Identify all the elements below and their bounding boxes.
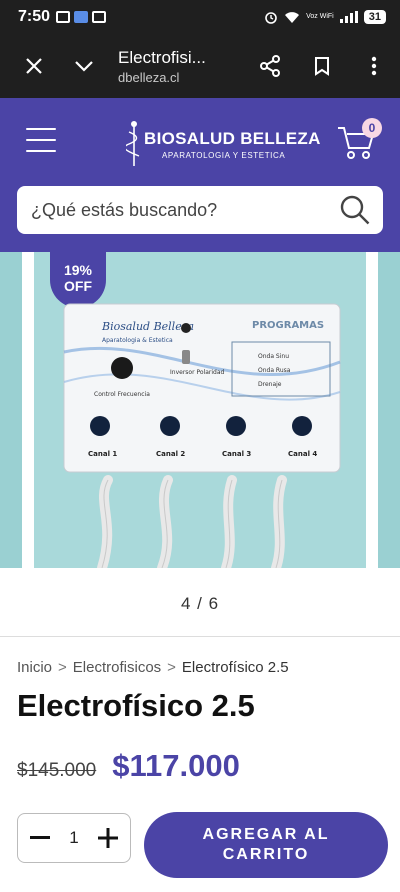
- cart-count-badge: 0: [362, 118, 382, 138]
- logo-tagline: APARATOLOGIA Y ESTETICA: [162, 150, 286, 160]
- battery-icon: 31: [363, 10, 386, 24]
- breadcrumb-current: Electrofísico 2.5: [181, 659, 289, 676]
- search-bar: [17, 186, 383, 234]
- divider: [0, 636, 400, 637]
- breadcrumb: Inicio > Electrofisicos > Electrofísico …: [17, 659, 289, 676]
- more-options-button[interactable]: [354, 46, 394, 86]
- browser-page-title: Electrofisi...: [118, 47, 206, 67]
- browser-url: dbelleza.cl: [118, 69, 180, 85]
- device-sub: Aparatologia & Estetica: [102, 337, 173, 344]
- carousel-pager: 4 / 6: [180, 594, 220, 613]
- search-input[interactable]: [31, 199, 339, 221]
- product-title: Electrofísico 2.5: [17, 688, 255, 723]
- device-channel-2: Canal 2: [156, 450, 185, 458]
- signal-icon: [339, 11, 358, 23]
- browser-toolbar: Electrofisi... dbelleza.cl: [0, 34, 400, 98]
- share-icon: [260, 55, 280, 77]
- minus-icon: [30, 836, 50, 839]
- app-notification-icon: [74, 11, 89, 23]
- notification-icons: [56, 11, 107, 23]
- network-label: Voz WiFi: [306, 13, 334, 20]
- minimize-button[interactable]: [64, 46, 104, 86]
- breadcrumb-home[interactable]: Inicio: [17, 659, 52, 676]
- next-slide[interactable]: [378, 252, 400, 568]
- increase-quantity-button[interactable]: [96, 826, 120, 850]
- close-tab-button[interactable]: [14, 46, 54, 86]
- device-program-2: Onda Rusa: [258, 367, 291, 374]
- breadcrumb-category[interactable]: Electrofisicos: [73, 659, 161, 676]
- close-icon: [26, 58, 42, 74]
- device-brand: Biosalud Belleza: [101, 320, 194, 333]
- previous-slide[interactable]: [0, 252, 22, 568]
- original-price: $145.000: [17, 760, 97, 781]
- device-programs-title: PROGRAMAS: [252, 320, 324, 331]
- gmail-icon: [56, 11, 71, 23]
- electrofisico-device-image: Biosalud Belleza Aparatologia & Estetica…: [63, 303, 341, 568]
- device-channel-4: Canal 4: [288, 450, 317, 458]
- plus-icon: [98, 828, 118, 848]
- device-channel-1: Canal 1: [88, 450, 117, 458]
- sale-price: $117.000: [112, 748, 240, 783]
- product-image-carousel[interactable]: 19% OFF Biosalud Belleza Aparatologia & …: [0, 252, 400, 572]
- cart-button[interactable]: 0: [336, 118, 382, 162]
- breadcrumb-separator: >: [58, 659, 67, 676]
- share-button[interactable]: [250, 46, 290, 86]
- menu-icon-line: [26, 128, 56, 130]
- quantity-value[interactable]: 1: [69, 828, 78, 848]
- chevron-down-icon: [75, 61, 93, 72]
- caduceus-icon: [126, 121, 140, 166]
- device-control: Control Frecuencia: [94, 391, 150, 398]
- bookmark-icon: [315, 57, 329, 76]
- quantity-stepper: 1: [17, 813, 131, 863]
- logo-brand-text: BIOSALUD BELLEZA: [144, 128, 321, 148]
- gmail-icon: [92, 11, 107, 23]
- site-logo[interactable]: BIOSALUD BELLEZA APARATOLOGIA Y ESTETICA: [126, 120, 321, 168]
- add-to-cart-button[interactable]: AGREGAR AL CARRITO: [144, 812, 388, 878]
- menu-button[interactable]: [26, 128, 56, 152]
- menu-icon-line: [26, 150, 56, 152]
- device-channel-3: Canal 3: [222, 450, 251, 458]
- menu-icon-line: [26, 139, 56, 141]
- status-time: 7:50: [18, 8, 51, 25]
- breadcrumb-separator: >: [167, 659, 176, 676]
- search-icon[interactable]: [339, 194, 371, 226]
- status-right: Voz WiFi 31: [264, 10, 386, 24]
- status-bar: 7:50 Voz WiFi 31: [0, 0, 400, 34]
- more-vertical-icon: [371, 56, 377, 76]
- page-title-area[interactable]: Electrofisi... dbelleza.cl: [104, 48, 250, 85]
- device-program-3: Drenaje: [258, 381, 282, 388]
- device-program-1: Onda Sinu: [258, 353, 289, 360]
- bookmark-button[interactable]: [302, 46, 342, 86]
- device-inversor: Inversor Polaridad: [170, 369, 224, 376]
- site-header: BIOSALUD BELLEZA APARATOLOGIA Y ESTETICA…: [0, 98, 400, 252]
- alarm-icon: [265, 12, 277, 24]
- decrease-quantity-button[interactable]: [28, 826, 52, 850]
- wifi-icon: [285, 12, 300, 23]
- price-row: $145.000 $117.000: [17, 748, 240, 784]
